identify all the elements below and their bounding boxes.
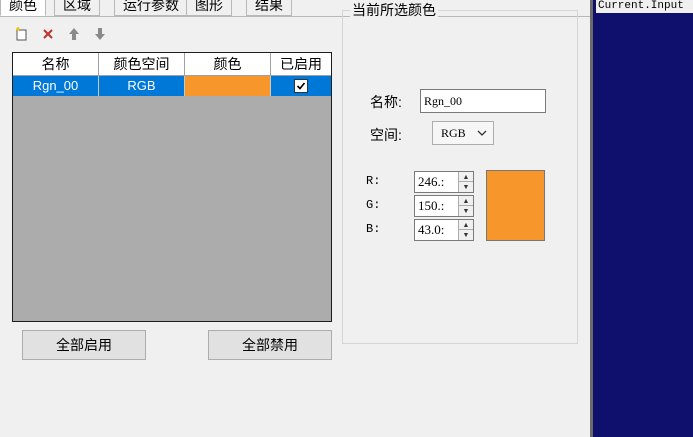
spin-up-icon[interactable]: ▲	[459, 196, 473, 206]
tab-results-label: 结果	[255, 0, 283, 13]
tab-region-label: 区域	[63, 0, 91, 13]
disable-all-button[interactable]: 全部禁用	[208, 330, 332, 360]
space-select[interactable]: RGB	[432, 121, 494, 145]
r-spin-buttons: ▲ ▼	[458, 172, 473, 192]
enable-all-button[interactable]: 全部启用	[22, 330, 146, 360]
tab-run-params[interactable]: 运行参数	[114, 0, 188, 16]
image-display-panel[interactable]: Current.Input	[590, 0, 693, 437]
spin-down-icon[interactable]: ▼	[459, 182, 473, 192]
chevron-down-icon	[477, 130, 487, 136]
color-grid[interactable]: 名称 颜色空间 颜色 已启用 Rgn_00 RGB	[12, 52, 332, 322]
grid-header: 名称 颜色空间 颜色 已启用	[13, 53, 331, 76]
tab-region[interactable]: 区域	[54, 0, 100, 16]
cell-name[interactable]: Rgn_00	[13, 76, 99, 96]
space-label: 空间:	[370, 127, 402, 143]
g-label: G:	[366, 198, 381, 212]
cell-space[interactable]: RGB	[99, 76, 185, 96]
tab-run-params-label: 运行参数	[123, 0, 179, 13]
cell-enabled[interactable]	[271, 76, 331, 96]
color-preview-swatch	[486, 170, 545, 241]
g-spinbox[interactable]: 150.: ▲ ▼	[414, 195, 474, 217]
space-select-value: RGB	[441, 126, 466, 140]
delete-icon[interactable]	[40, 26, 56, 42]
spin-down-icon[interactable]: ▼	[459, 206, 473, 216]
r-value: 246.:	[418, 174, 445, 189]
spin-up-icon[interactable]: ▲	[459, 220, 473, 230]
b-spin-buttons: ▲ ▼	[458, 220, 473, 240]
b-value: 43.0:	[418, 222, 445, 237]
name-field[interactable]: Rgn_00	[420, 89, 546, 113]
g-value: 150.:	[418, 198, 445, 213]
name-label: 名称:	[370, 94, 402, 110]
group-title: 当前所选颜色	[350, 0, 438, 20]
check-icon	[296, 82, 306, 90]
spin-up-icon[interactable]: ▲	[459, 172, 473, 182]
cell-color-swatch[interactable]	[185, 76, 271, 96]
tab-graphics[interactable]: 图形	[186, 0, 232, 16]
move-up-icon[interactable]	[66, 26, 82, 42]
col-header-name[interactable]: 名称	[13, 53, 99, 75]
new-item-icon[interactable]	[14, 26, 30, 42]
b-spinbox[interactable]: 43.0: ▲ ▼	[414, 219, 474, 241]
tab-color-label: 颜色	[9, 0, 37, 13]
col-header-space[interactable]: 颜色空间	[99, 53, 185, 75]
tab-color[interactable]: 颜色	[0, 0, 46, 16]
g-spin-buttons: ▲ ▼	[458, 196, 473, 216]
r-spinbox[interactable]: 246.: ▲ ▼	[414, 171, 474, 193]
r-label: R:	[366, 174, 381, 188]
move-down-icon[interactable]	[92, 26, 108, 42]
tab-results[interactable]: 结果	[246, 0, 292, 16]
enabled-checkbox[interactable]	[294, 79, 308, 93]
tab-graphics-label: 图形	[195, 0, 223, 13]
col-header-color[interactable]: 颜色	[185, 53, 271, 75]
table-row[interactable]: Rgn_00 RGB	[13, 76, 331, 96]
grid-toolbar	[14, 25, 108, 43]
b-label: B:	[366, 222, 381, 236]
image-title: Current.Input	[596, 0, 693, 13]
spin-down-icon[interactable]: ▼	[459, 230, 473, 240]
col-header-enabled[interactable]: 已启用	[271, 53, 331, 75]
